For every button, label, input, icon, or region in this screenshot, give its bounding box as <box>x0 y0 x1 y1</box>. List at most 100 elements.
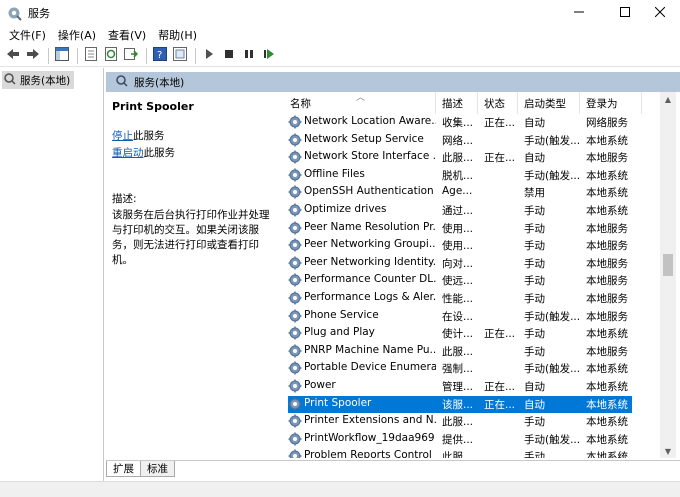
service-row[interactable]: Power 管理... 正在... 自动 本地系统 <box>284 378 660 396</box>
tab-standard[interactable]: 标准 <box>140 461 175 477</box>
service-description-cell: 此服... <box>442 451 474 458</box>
tab-extended[interactable]: 扩展 <box>106 461 141 477</box>
gear-icon <box>288 238 302 252</box>
stop-service-button[interactable] <box>220 47 238 65</box>
gear-icon <box>288 256 302 270</box>
service-logon-cell: 本地服务 <box>586 292 628 305</box>
service-logon-cell: 本地系统 <box>586 433 628 446</box>
stop-service-link[interactable]: 停止 <box>112 130 133 142</box>
start-service-button[interactable] <box>200 47 218 65</box>
minimize-button[interactable] <box>556 0 602 26</box>
help-button[interactable]: ? <box>151 47 169 65</box>
scroll-down-icon[interactable]: ▼ <box>660 444 676 458</box>
menu-action[interactable]: 操作(A) <box>53 27 101 43</box>
service-name-cell: Power <box>304 378 336 391</box>
service-row[interactable]: Network Location Aware... 收集... 正在... 自动 网络服… <box>284 114 660 132</box>
service-logon-cell: 本地服务 <box>586 152 628 165</box>
service-row[interactable]: Portable Device Enumera... 强制... 手动(触发... 本… <box>284 360 660 378</box>
view-icon <box>173 47 187 64</box>
restart-service-button[interactable] <box>260 47 278 65</box>
service-name-cell: PNRP Machine Name Pu... <box>304 343 436 356</box>
gear-icon <box>288 133 302 147</box>
service-row[interactable]: Peer Networking Groupi... 使用... 手动 本地服务 <box>284 237 660 255</box>
service-row[interactable]: Printer Extensions and N... 此服... 手动 本地系统 <box>284 413 660 431</box>
services-app-icon <box>6 5 22 21</box>
scroll-up-icon[interactable]: ▲ <box>660 92 676 106</box>
show-console-tree-button[interactable] <box>53 47 71 65</box>
tree-item-services-local[interactable]: 服务(本地) <box>2 71 74 89</box>
service-description-cell: Age... <box>442 185 473 198</box>
service-row[interactable]: Performance Counter DL... 使远... 手动 本地服务 <box>284 272 660 290</box>
back-button[interactable] <box>4 47 22 65</box>
service-description-cell: 提供... <box>442 433 474 446</box>
service-startup-type-cell: 手动 <box>524 416 545 429</box>
restart-service-link[interactable]: 重启动 <box>112 147 144 159</box>
column-header-startup-type[interactable]: 启动类型 <box>518 92 580 114</box>
service-startup-type-cell: 手动 <box>524 240 545 253</box>
gear-icon <box>288 414 302 428</box>
service-startup-type-cell: 手动 <box>524 328 545 341</box>
refresh-icon <box>104 47 118 64</box>
service-row[interactable]: Peer Name Resolution Pr... 使用... 手动 本地服务 <box>284 220 660 238</box>
column-header-description[interactable]: 描述 <box>436 92 478 114</box>
pause-service-button[interactable] <box>240 47 258 65</box>
service-name-cell: Portable Device Enumera... <box>304 361 436 374</box>
forward-button[interactable] <box>24 47 42 65</box>
export-icon <box>124 47 139 64</box>
scrollbar-thumb[interactable] <box>663 254 673 276</box>
gear-icon <box>288 379 302 393</box>
close-button[interactable] <box>640 0 680 26</box>
service-row[interactable]: OpenSSH Authentication ... Age... 禁用 本地系统 <box>284 184 660 202</box>
properties-icon <box>84 47 98 64</box>
service-logon-cell: 本地系统 <box>586 398 628 411</box>
service-description-cell: 在设... <box>442 310 474 323</box>
service-row[interactable]: Phone Service 在设... 手动(触发... 本地服务 <box>284 308 660 326</box>
service-row[interactable]: Peer Networking Identity... 向对... 手动 本地服务 <box>284 255 660 273</box>
service-row[interactable]: Print Spooler 该服... 正在... 自动 本地系统 <box>284 395 660 414</box>
service-row[interactable]: Offline Files 脱机... 手动(触发... 本地系统 <box>284 167 660 185</box>
service-startup-type-cell: 手动(触发... <box>524 134 580 147</box>
service-row[interactable]: Problem Reports Control ... 此服... 手动 本地系统 <box>284 448 660 458</box>
service-description-cell: 脱机... <box>442 169 474 182</box>
service-row[interactable]: PrintWorkflow_19daa969 提供... 手动(触发... 本地系统 <box>284 431 660 449</box>
menu-help[interactable]: 帮助(H) <box>153 27 202 43</box>
menu-view[interactable]: 查看(V) <box>103 27 151 43</box>
service-startup-type-cell: 手动(触发... <box>524 310 580 323</box>
refresh-button[interactable] <box>102 47 120 65</box>
toolbar-separator <box>77 47 78 64</box>
view-button[interactable] <box>171 47 189 65</box>
export-list-button[interactable] <box>122 47 140 65</box>
vertical-scrollbar[interactable]: ▲ ▼ <box>660 92 676 458</box>
gear-icon <box>288 150 302 164</box>
column-header-status[interactable]: 状态 <box>478 92 518 114</box>
service-logon-cell: 本地服务 <box>586 240 628 253</box>
service-name-cell: Network Store Interface ... <box>304 150 436 163</box>
service-name-cell: Network Setup Service <box>304 132 424 145</box>
services-tree-icon <box>4 72 16 88</box>
service-startup-type-cell: 手动(触发... <box>524 433 580 446</box>
menu-file[interactable]: 文件(F) <box>4 27 51 43</box>
service-status-cell: 正在... <box>484 328 516 341</box>
tree-item-label: 服务(本地) <box>20 74 71 87</box>
forward-icon <box>26 48 40 63</box>
service-logon-cell: 本地服务 <box>586 310 628 323</box>
service-name-cell: Performance Counter DL... <box>304 273 436 286</box>
service-logon-cell: 本地系统 <box>586 204 628 217</box>
service-row[interactable]: Performance Logs & Aler... 性能... 手动 本地服务 <box>284 290 660 308</box>
column-logon-label: 登录为 <box>586 97 618 110</box>
service-startup-type-cell: 自动 <box>524 117 545 129</box>
gear-icon <box>288 449 302 458</box>
service-row[interactable]: Optimize drives 通过... 手动 本地系统 <box>284 202 660 220</box>
service-row[interactable]: Network Setup Service 网络... 手动(触发... 本地系统 <box>284 132 660 150</box>
service-logon-cell: 本地系统 <box>586 169 628 182</box>
service-logon-cell: 本地系统 <box>586 187 628 200</box>
service-description-cell: 管理... <box>442 380 474 393</box>
service-row[interactable]: Plug and Play 使计... 正在... 手动 本地系统 <box>284 325 660 343</box>
service-row[interactable]: PNRP Machine Name Pu... 此服... 手动 本地服务 <box>284 343 660 361</box>
service-row[interactable]: Network Store Interface ... 此服... 正在... 自动 本… <box>284 149 660 167</box>
column-header-name[interactable]: ︿ 名称 <box>284 92 436 114</box>
service-name-cell: Printer Extensions and N... <box>304 414 436 427</box>
column-header-log-on-as[interactable]: 登录为 <box>580 92 642 114</box>
properties-button[interactable] <box>82 47 100 65</box>
gear-icon <box>288 397 302 411</box>
